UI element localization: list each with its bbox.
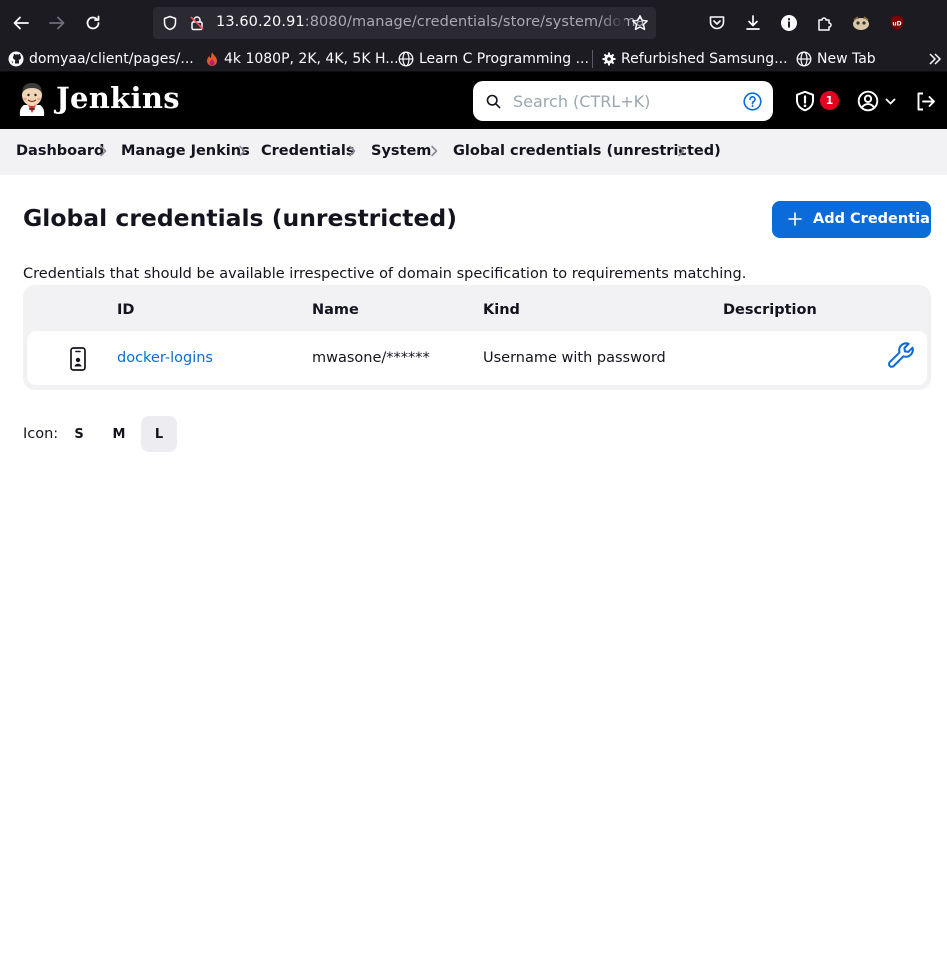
gear-icon: [602, 52, 616, 66]
wrench-icon[interactable]: [887, 342, 917, 372]
download-icon: [746, 15, 760, 30]
breadcrumb-manage-jenkins[interactable]: Manage Jenkins: [121, 143, 250, 159]
user-menu-button[interactable]: [856, 89, 896, 113]
url-host: 13.60.20.91: [216, 14, 305, 30]
url-path: :8080/manage/credentials/store/system/do…: [304, 14, 645, 30]
bookmark-separator: [592, 50, 593, 68]
table-row: docker-logins mwasone/****** Username wi…: [27, 331, 927, 385]
search-box[interactable]: [473, 81, 773, 121]
notification-badge[interactable]: 1: [820, 91, 839, 110]
column-header-id[interactable]: ID: [117, 302, 134, 318]
security-alerts-button[interactable]: [793, 89, 817, 113]
chevron-right-icon[interactable]: [235, 144, 249, 158]
reload-button[interactable]: [79, 9, 107, 37]
breadcrumb: Dashboard Manage Jenkins Credentials Sys…: [0, 129, 947, 175]
add-credentials-button[interactable]: Add Credentials: [772, 201, 943, 238]
shield-alert-icon: [796, 90, 814, 112]
breadcrumb-system[interactable]: System: [371, 143, 431, 159]
jenkins-header: Jenkins 1: [0, 72, 947, 129]
bookmark-label: 4k 1080P, 2K, 4K, 5K H...: [224, 51, 399, 67]
shield-icon[interactable]: [160, 13, 180, 33]
search-input[interactable]: [513, 89, 733, 113]
arrow-right-icon: [49, 16, 65, 30]
chevron-right-icon[interactable]: [427, 144, 441, 158]
bookmark-learn-c[interactable]: Learn C Programming ...: [398, 49, 589, 69]
logout-button[interactable]: [913, 89, 937, 113]
arrow-left-icon: [13, 16, 29, 30]
bookmark-label: Refurbished Samsung...: [621, 51, 788, 67]
column-header-name[interactable]: Name: [312, 302, 359, 318]
downloads-button[interactable]: [739, 9, 767, 37]
column-header-description[interactable]: Description: [723, 302, 817, 318]
credential-kind: Username with password: [483, 350, 666, 366]
plus-icon: [788, 212, 802, 226]
browser-toolbar: 13.60.20.91:8080/manage/credentials/stor…: [0, 0, 947, 46]
chevron-double-right-icon: [929, 53, 942, 65]
bookmark-samsung[interactable]: Refurbished Samsung...: [602, 49, 788, 69]
bookmarks-bar: domyaa/client/pages/... 4k 1080P, 2K, 4K…: [0, 46, 947, 72]
pocket-button[interactable]: [703, 9, 731, 37]
breadcrumb-credentials[interactable]: Credentials: [261, 143, 354, 159]
bookmark-wallpapers[interactable]: 4k 1080P, 2K, 4K, 5K H...: [205, 49, 399, 69]
globe-icon: [398, 51, 414, 67]
bookmarks-overflow-button[interactable]: [928, 49, 942, 69]
chevron-right-icon[interactable]: [674, 144, 688, 158]
url-fade: [600, 7, 624, 39]
globe-icon: [796, 51, 812, 67]
reload-icon: [86, 15, 100, 30]
bookmark-label: New Tab: [817, 51, 876, 67]
icon-size-selector: Icon: S M L: [23, 416, 177, 452]
icon-size-medium[interactable]: M: [101, 416, 137, 452]
bookmark-label: Learn C Programming ...: [419, 51, 589, 67]
credentials-table: ID Name Kind Description docker-logins m…: [23, 285, 931, 390]
url-bar[interactable]: 13.60.20.91:8080/manage/credentials/stor…: [153, 7, 656, 39]
github-icon: [8, 51, 24, 67]
ublock-icon: uD: [891, 15, 903, 31]
url-text[interactable]: 13.60.20.91:8080/manage/credentials/stor…: [216, 14, 645, 30]
page-title: Global credentials (unrestricted): [23, 204, 457, 232]
addon-button[interactable]: [847, 9, 875, 37]
credential-name: mwasone/******: [312, 350, 430, 366]
icon-size-label: Icon:: [23, 426, 59, 442]
info-extension-button[interactable]: [775, 9, 803, 37]
bookmark-github[interactable]: domyaa/client/pages/...: [8, 49, 194, 69]
chevron-right-icon[interactable]: [345, 144, 359, 158]
pocket-icon: [709, 16, 725, 30]
chevron-down-icon: [885, 98, 895, 104]
search-icon: [486, 94, 501, 109]
bookmark-star-icon[interactable]: [630, 13, 650, 33]
bookmark-label: domyaa/client/pages/...: [29, 51, 194, 67]
forward-button[interactable]: [43, 9, 71, 37]
addon-face-icon: [853, 16, 869, 30]
extensions-button[interactable]: [811, 9, 839, 37]
bookmark-new-tab[interactable]: New Tab: [796, 49, 876, 69]
icon-size-small[interactable]: S: [61, 416, 97, 452]
breadcrumb-dashboard[interactable]: Dashboard: [16, 143, 104, 159]
help-icon[interactable]: [743, 92, 762, 111]
app-title[interactable]: Jenkins: [56, 81, 180, 115]
ublock-button[interactable]: uD: [883, 9, 911, 37]
column-header-kind[interactable]: Kind: [483, 302, 520, 318]
logout-icon: [917, 92, 935, 110]
flame-icon: [207, 52, 217, 66]
user-account-icon: [857, 90, 878, 112]
add-credentials-label: Add Credentials: [813, 211, 944, 227]
svg-text:uD: uD: [892, 21, 901, 28]
icon-size-large[interactable]: L: [141, 416, 177, 452]
chevron-right-icon[interactable]: [96, 144, 110, 158]
page-description: Credentials that should be available irr…: [23, 266, 747, 282]
insecure-lock-icon[interactable]: [187, 13, 207, 33]
info-icon: [781, 15, 797, 31]
jenkins-logo-icon[interactable]: [16, 82, 48, 120]
credential-id-link[interactable]: docker-logins: [117, 350, 213, 366]
puzzle-icon: [818, 17, 832, 31]
back-button[interactable]: [7, 9, 35, 37]
credential-badge-icon: [70, 347, 86, 371]
